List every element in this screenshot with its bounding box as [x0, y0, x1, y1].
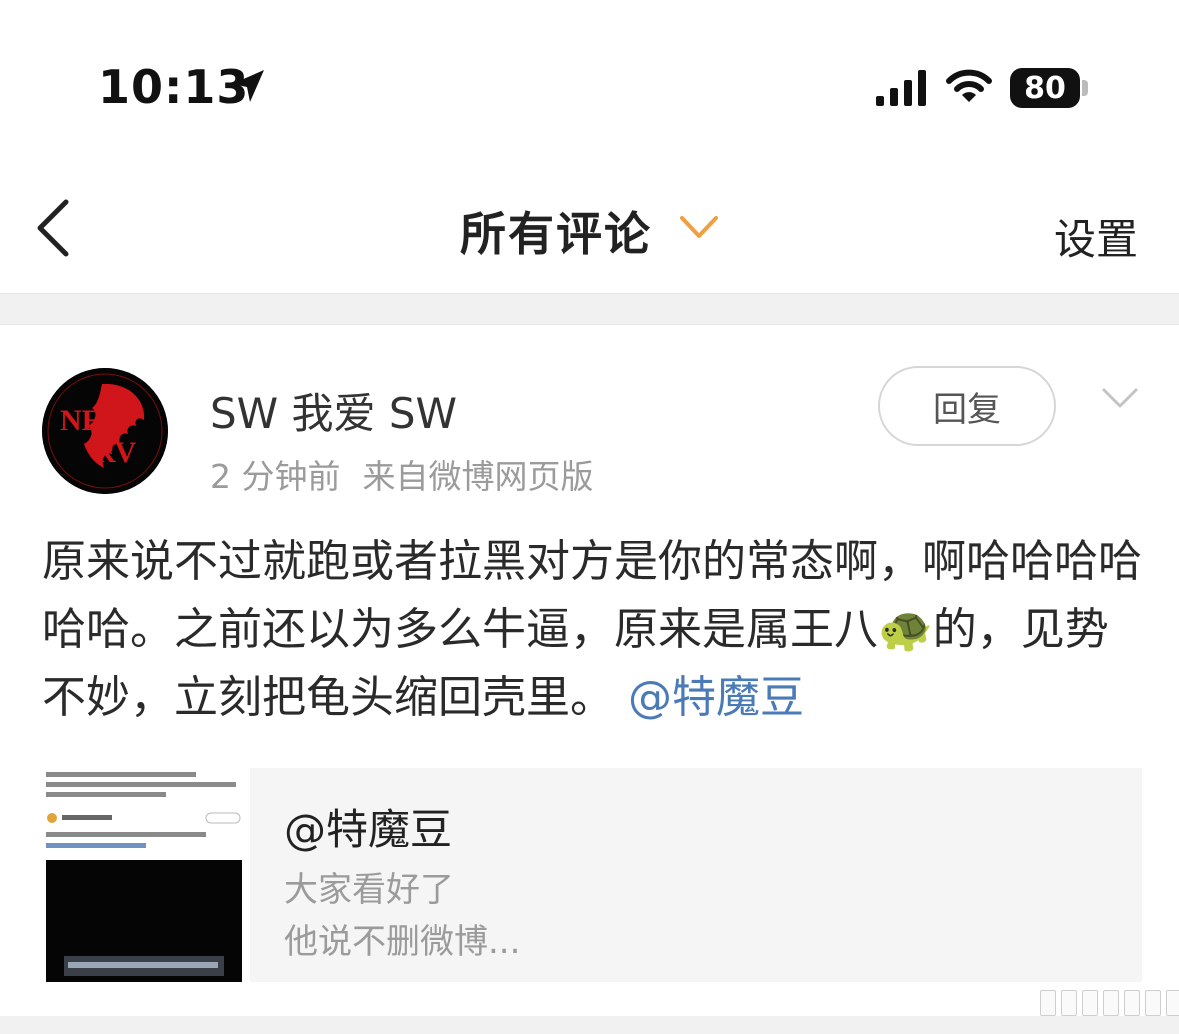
avatar[interactable]: NE RV — [42, 368, 168, 494]
page-title[interactable]: 所有评论 — [460, 198, 652, 264]
settings-button[interactable]: 设置 — [1054, 206, 1138, 267]
comment-time: 2 分钟前 — [210, 457, 341, 496]
linked-post-excerpt: 大家看好了 他说不删微博... — [284, 864, 520, 968]
status-bar: 10:13 80 — [0, 0, 1179, 150]
nav-header: 所有评论 设置 — [0, 150, 1179, 293]
excerpt-line: 他说不删微博... — [284, 922, 521, 962]
comment-source: 来自微博网页版 — [362, 457, 594, 496]
linked-post-author: @特魔豆 — [284, 805, 453, 854]
wifi-icon — [946, 69, 992, 102]
back-chevron-icon[interactable] — [30, 196, 74, 260]
clock-time: 10:13 — [98, 60, 250, 114]
battery-level: 80 — [1024, 70, 1066, 106]
watermark-icon — [1040, 990, 1179, 1016]
section-divider — [0, 1016, 1179, 1034]
chevron-down-icon[interactable] — [1100, 384, 1140, 412]
comment-body: 原来说不过就跑或者拉黑对方是你的常态啊，啊哈哈哈哈哈哈。之前还以为多么牛逼，原来… — [42, 528, 1142, 732]
excerpt-line: 大家看好了 — [284, 870, 454, 910]
signal-bars-icon — [876, 70, 926, 106]
comment-username[interactable]: SW 我爱 SW — [210, 380, 457, 441]
svg-text:NE: NE — [60, 404, 102, 437]
linked-post-thumbnail — [38, 768, 250, 982]
battery-cap — [1082, 80, 1088, 96]
nerv-logo-icon: NE RV — [42, 368, 168, 494]
svg-text:RV: RV — [94, 436, 137, 469]
comment-meta: 2 分钟前 来自微博网页版 — [210, 450, 616, 498]
linked-post-card[interactable]: @特魔豆 大家看好了 他说不删微博... — [38, 768, 1142, 982]
section-divider — [0, 293, 1179, 325]
location-arrow-icon — [232, 70, 264, 102]
battery-icon: 80 — [1010, 68, 1080, 108]
comment-text: 原来说不过就跑或者拉黑对方是你的常态啊，啊哈哈哈哈哈哈。之前还以为多么牛逼，原来… — [42, 536, 1142, 723]
mention-link[interactable]: @特魔豆 — [628, 672, 804, 723]
reply-button[interactable]: 回复 — [878, 366, 1056, 446]
chevron-down-icon[interactable] — [676, 210, 722, 244]
